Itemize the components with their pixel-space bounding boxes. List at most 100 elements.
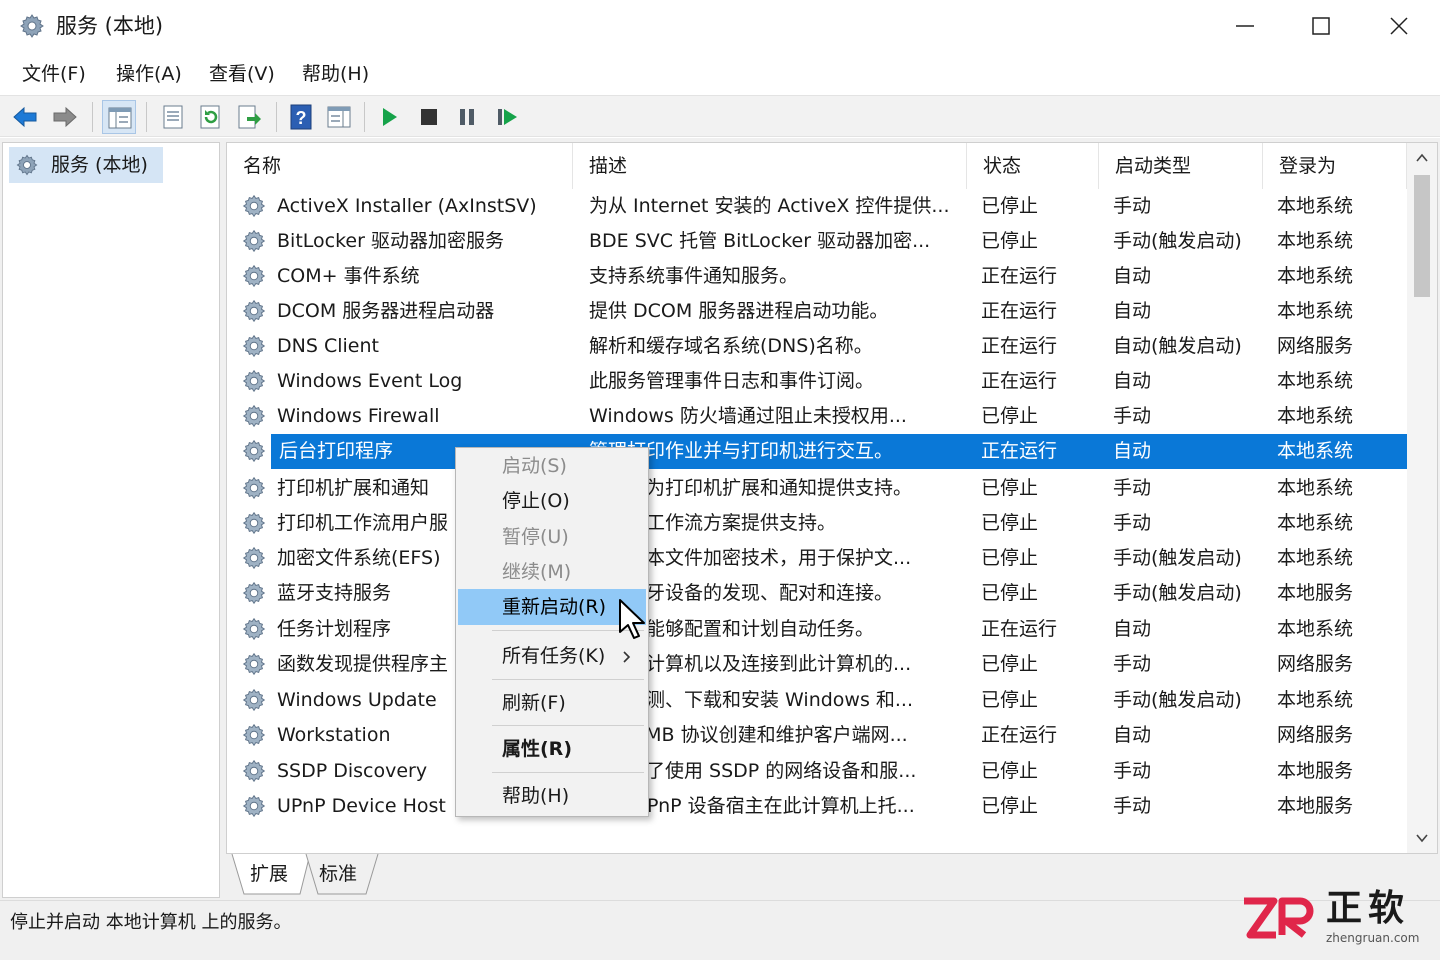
table-row[interactable]: Workstation 使用 SMB 协议创建和维护客户端网... 正在运行 自动 网络… (227, 718, 1407, 753)
menu-action[interactable]: 操作(A) (112, 60, 186, 88)
table-row[interactable]: 任务计划程序 使用户能够配置和计划自动任务。 正在运行 自动 本地系统 (227, 612, 1407, 647)
service-logon-as: 本地系统 (1277, 265, 1354, 287)
service-status: 已停止 (981, 230, 1039, 252)
close-button[interactable] (1362, 0, 1436, 52)
table-row[interactable]: BitLocker 驱动器加密服务 BDE SVC 托管 BitLocker 驱动… (227, 224, 1407, 259)
ctx-pause: 暂停(U) (502, 526, 569, 548)
show-action-pane-button[interactable] (322, 100, 356, 134)
menu-help[interactable]: 帮助(H) (298, 60, 373, 88)
services-gear-icon (16, 10, 48, 42)
table-row[interactable]: 打印机工作流用户服 为打印工作流方案提供支持。 已停止 手动 本地系统 (227, 506, 1407, 541)
help-icon: ? (290, 104, 312, 130)
menu-bar: 文件(F) 操作(A) 查看(V) 帮助(H) (0, 54, 1440, 94)
service-status: 已停止 (981, 760, 1039, 782)
service-startup-type: 手动 (1113, 512, 1152, 534)
service-logon-as: 本地系统 (1277, 477, 1354, 499)
service-name: COM+ 事件系统 (277, 265, 420, 287)
tree-item-services-local[interactable]: 服务 (本地) (9, 147, 163, 183)
table-row[interactable]: 蓝牙支持服务 支持蓝牙设备的发现、配对和连接。 已停止 手动(触发启动) 本地服务 (227, 576, 1407, 611)
table-row[interactable]: 函数发现提供程序主 发布此计算机以及连接到此计算机的... 已停止 手动 网络服务 (227, 647, 1407, 682)
ctx-properties[interactable]: 属性(R) (458, 731, 646, 767)
service-startup-type: 手动 (1113, 653, 1152, 675)
table-row[interactable]: COM+ 事件系统 支持系统事件通知服务。 正在运行 自动 本地系统 (227, 259, 1407, 294)
service-startup-type: 手动(触发启动) (1113, 689, 1242, 711)
ctx-start: 启动(S) (502, 455, 567, 477)
stop-service-button[interactable] (412, 100, 446, 134)
scroll-down-icon[interactable] (1415, 831, 1429, 845)
service-logon-as: 本地系统 (1277, 405, 1354, 427)
service-logon-as: 本地系统 (1277, 195, 1354, 217)
service-gear-icon (239, 226, 269, 256)
show-console-tree-button[interactable] (102, 100, 136, 134)
forward-button[interactable] (48, 100, 82, 134)
window-title: 服务 (本地) (56, 14, 164, 38)
table-row[interactable]: SSDP Discovery 当发现了使用 SSDP 的网络设备和服... 已停止手… (227, 754, 1407, 789)
services-list-pane: 名称 描述 状态 启动类型 登录为 ActiveX Installer (AxI… (226, 142, 1438, 854)
table-row[interactable]: Windows Event Log 此服务管理事件日志和事件订阅。 正在运行 自动 本地… (227, 364, 1407, 399)
service-gear-icon (239, 473, 269, 503)
service-logon-as: 网络服务 (1277, 653, 1354, 675)
service-startup-type: 手动 (1113, 760, 1152, 782)
service-status: 已停止 (981, 795, 1039, 817)
service-gear-icon (239, 261, 269, 291)
ctx-all-tasks[interactable]: 所有任务(K) (458, 638, 646, 674)
toolbar: ? (0, 95, 1440, 137)
maximize-button[interactable] (1284, 0, 1358, 52)
stop-icon (421, 109, 437, 125)
table-row[interactable]: Windows Update 启用检测、下载和安装 Windows 和... 已停止… (227, 683, 1407, 718)
column-header-startup-type[interactable]: 启动类型 (1099, 143, 1263, 189)
service-description: BDE SVC 托管 BitLocker 驱动器加密... (589, 230, 931, 252)
minimize-button[interactable] (1208, 0, 1282, 52)
services-window: 服务 (本地) 文件(F) 操作(A) 查看(V) 帮助(H) ? 服务 (本地… (0, 0, 1440, 960)
service-gear-icon (239, 366, 269, 396)
zr-logo-icon (1244, 897, 1314, 939)
table-row[interactable]: ActiveX Installer (AxInstSV) 为从 Internet … (227, 189, 1407, 224)
help-toolbar-button[interactable]: ? (284, 100, 318, 134)
table-row[interactable]: UPnP Device Host 允许 UPnP 设备宿主在此计算机上托... 已停… (227, 789, 1407, 824)
ctx-stop[interactable]: 停止(O) (458, 483, 646, 519)
export-list-button[interactable] (232, 100, 266, 134)
table-row[interactable]: 后台打印程序 管理打印作业并与打印机进行交互。 正在运行 自动 本地系统 (227, 434, 1407, 469)
service-status: 正在运行 (981, 618, 1058, 640)
service-logon-as: 本地服务 (1277, 795, 1354, 817)
start-service-button[interactable] (372, 100, 406, 134)
service-status: 正在运行 (981, 300, 1058, 322)
service-status: 已停止 (981, 689, 1039, 711)
tab-standard[interactable]: 标准 (310, 854, 366, 894)
tab-extended[interactable]: 扩展 (240, 854, 298, 894)
properties-toolbar-button[interactable] (156, 100, 190, 134)
table-row[interactable]: 加密文件系统(EFS) 提供基本文件加密技术，用于保护文... 已停止 手动(触发启动… (227, 541, 1407, 576)
restart-service-button[interactable] (490, 100, 524, 134)
menu-view[interactable]: 查看(V) (205, 60, 279, 88)
service-description: 此服务管理事件日志和事件订阅。 (589, 370, 875, 392)
column-header-status[interactable]: 状态 (967, 143, 1099, 189)
table-row[interactable]: DNS Client 解析和缓存域名系统(DNS)名称。 正在运行 自动(触发启动) 网… (227, 329, 1407, 364)
refresh-toolbar-button[interactable] (194, 100, 228, 134)
table-row[interactable]: 打印机扩展和通知 此服务为打印机扩展和通知提供支持。 已停止 手动 本地系统 (227, 471, 1407, 506)
service-gear-icon (239, 649, 269, 679)
scroll-up-icon[interactable] (1415, 151, 1429, 165)
table-row[interactable]: Windows Firewall Windows 防火墙通过阻止未授权用... 已停… (227, 399, 1407, 434)
pause-icon (460, 109, 474, 125)
column-header-name[interactable]: 名称 (227, 143, 573, 189)
action-pane-icon (327, 106, 351, 128)
play-icon (383, 108, 397, 126)
service-logon-as: 本地系统 (1277, 440, 1354, 462)
service-startup-type: 自动(触发启动) (1113, 335, 1242, 357)
ctx-help[interactable]: 帮助(H) (458, 778, 646, 814)
service-startup-type: 手动(触发启动) (1113, 547, 1242, 569)
pause-service-button[interactable] (450, 100, 484, 134)
column-header-description[interactable]: 描述 (573, 143, 967, 189)
service-startup-type: 自动 (1113, 300, 1152, 322)
menu-file[interactable]: 文件(F) (18, 60, 90, 88)
service-startup-type: 手动 (1113, 795, 1152, 817)
service-description: 提供 DCOM 服务器进程启动功能。 (589, 300, 889, 322)
ctx-refresh[interactable]: 刷新(F) (458, 685, 646, 721)
tree-item-label: 服务 (本地) (51, 154, 148, 176)
scrollbar-thumb[interactable] (1414, 175, 1430, 297)
service-gear-icon (239, 436, 269, 466)
back-button[interactable] (8, 100, 42, 134)
table-row[interactable]: DCOM 服务器进程启动器 提供 DCOM 服务器进程启动功能。 正在运行 自动 本地系… (227, 294, 1407, 329)
vertical-scrollbar[interactable] (1407, 143, 1437, 853)
column-header-logon-as[interactable]: 登录为 (1263, 143, 1407, 189)
